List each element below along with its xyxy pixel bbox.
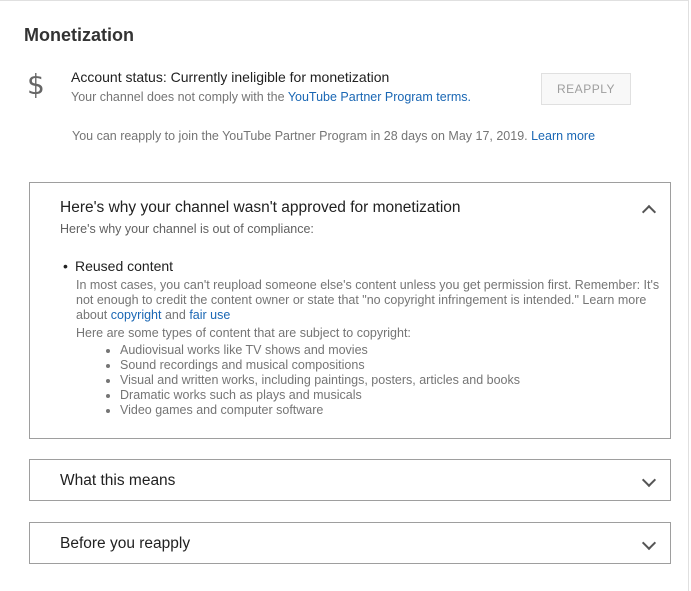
dollar-icon: $ [27, 68, 45, 101]
compliance-subtitle: Here's why your channel is out of compli… [60, 222, 314, 236]
why-not-approved-header[interactable]: Here's why your channel wasn't approved … [60, 199, 461, 217]
what-this-means-panel[interactable]: What this means [29, 459, 671, 501]
account-status-detail: Your channel does not comply with the Yo… [71, 90, 471, 104]
status-detail-text: Your channel does not comply with the [71, 90, 288, 104]
what-this-means-header[interactable]: What this means [60, 472, 175, 490]
chevron-down-icon[interactable] [641, 535, 657, 551]
chevron-up-icon[interactable] [641, 204, 657, 220]
bullet-icon: • [63, 258, 68, 274]
list-item: Visual and written works, including pain… [120, 373, 520, 388]
types-intro: Here are some types of content that are … [76, 326, 411, 340]
list-item: Video games and computer software [120, 403, 520, 418]
before-you-reapply-panel[interactable]: Before you reapply [29, 522, 671, 564]
and-text: and [161, 308, 190, 322]
fair-use-link[interactable]: fair use [189, 308, 230, 322]
section-title: Monetization [24, 25, 134, 45]
reused-content-body: In most cases, you can't reupload someon… [76, 278, 666, 323]
copyright-types-list: Audiovisual works like TV shows and movi… [104, 343, 520, 418]
list-item: Dramatic works such as plays and musical… [120, 388, 520, 403]
reused-content-title: Reused content [75, 258, 174, 274]
list-item: Sound recordings and musical composition… [120, 358, 520, 373]
list-item: Audiovisual works like TV shows and movi… [120, 343, 520, 358]
account-status-title: Account status: Currently ineligible for… [71, 69, 390, 85]
monetization-card: Monetization $ Account status: Currently… [0, 0, 689, 591]
why-not-approved-panel: Here's why your channel wasn't approved … [29, 182, 671, 439]
before-you-reapply-header[interactable]: Before you reapply [60, 535, 190, 553]
partner-program-terms-link[interactable]: YouTube Partner Program terms. [288, 90, 471, 104]
reapply-button[interactable]: REAPPLY [541, 73, 631, 105]
learn-more-link[interactable]: Learn more [531, 129, 595, 143]
copyright-link[interactable]: copyright [111, 308, 162, 322]
reapply-note-text: You can reapply to join the YouTube Part… [72, 129, 532, 143]
reapply-note: You can reapply to join the YouTube Part… [72, 129, 595, 143]
chevron-down-icon[interactable] [641, 472, 657, 488]
